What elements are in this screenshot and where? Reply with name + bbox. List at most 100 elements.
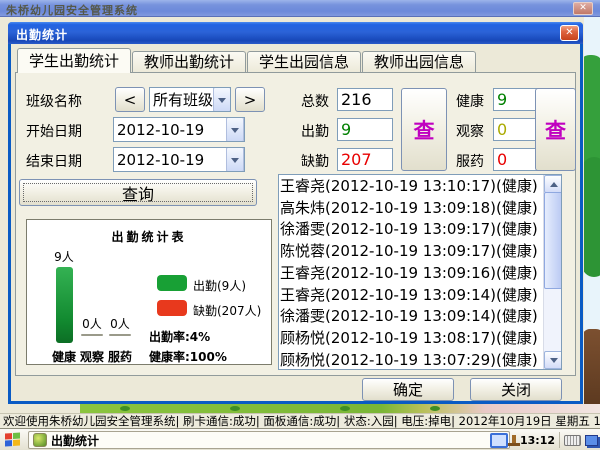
taskbar-item-label: 出勤统计 xyxy=(51,432,99,449)
taskbar: 出勤统计 13:12 xyxy=(0,428,600,450)
dialog-titlebar[interactable]: 出勤统计 ✕ xyxy=(8,22,583,44)
tab-teacher-attendance[interactable]: 教师出勤统计 xyxy=(132,51,246,73)
tab-content-panel: 班级名称 < 所有班级 > 开始日期 2012-10-19 结束日期 2012-… xyxy=(15,72,576,376)
desktop-wallpaper-right xyxy=(584,17,600,404)
desktop-wallpaper-bottom xyxy=(80,404,600,413)
chart-bar-col-observe: 0人 xyxy=(77,315,107,336)
healthy-label: 健康 xyxy=(456,91,484,111)
system-tray: 13:12 xyxy=(490,431,598,449)
list-item[interactable]: 王睿尧(2012-10-19 13:10:17)(健康) xyxy=(280,176,543,198)
main-close-icon[interactable]: ✕ xyxy=(573,2,593,15)
legend-label-present: 出勤(9人) xyxy=(193,277,246,294)
list-item[interactable]: 顾杨悦(2012-10-19 13:07:29)(健康) xyxy=(280,350,543,368)
bar-observe xyxy=(81,334,103,336)
end-date-select[interactable]: 2012-10-19 xyxy=(113,147,245,172)
wallpaper-blob xyxy=(230,406,240,411)
list-item[interactable]: 王睿尧(2012-10-19 13:09:14)(健康) xyxy=(280,285,543,307)
app-icon xyxy=(33,433,47,447)
main-window-title: 朱桥幼儿园安全管理系统 xyxy=(6,2,138,18)
flag-yellow xyxy=(13,440,20,446)
medicine-label: 服药 xyxy=(456,151,484,171)
next-class-button[interactable]: > xyxy=(235,87,265,112)
chart-title: 出勤统计表 xyxy=(27,228,271,245)
bar-healthy xyxy=(56,267,73,343)
class-select-value: 所有班级 xyxy=(153,89,213,110)
network-tray-icon[interactable] xyxy=(490,433,508,448)
x-tick-observe: 观察 xyxy=(77,348,107,365)
bar-value-label: 0人 xyxy=(77,315,107,332)
legend-swatch-absent xyxy=(157,300,187,316)
tab-student-exit-info[interactable]: 学生出园信息 xyxy=(247,51,361,73)
tab-teacher-exit-info[interactable]: 教师出园信息 xyxy=(362,51,476,73)
list-item[interactable]: 徐潘雯(2012-10-19 13:09:17)(健康) xyxy=(280,219,543,241)
start-date-select[interactable]: 2012-10-19 xyxy=(113,117,245,142)
start-date-label: 开始日期 xyxy=(26,121,82,141)
class-select[interactable]: 所有班级 xyxy=(149,87,231,112)
class-name-label: 班级名称 xyxy=(26,91,82,111)
ok-button[interactable]: 确定 xyxy=(362,378,454,401)
absent-value-field[interactable]: 207 xyxy=(337,148,393,171)
absent-label: 缺勤 xyxy=(301,151,329,171)
tray-separator xyxy=(559,432,560,448)
list-rows: 王睿尧(2012-10-19 13:10:17)(健康) 高朱炜(2012-10… xyxy=(280,176,543,368)
start-date-value: 2012-10-19 xyxy=(117,121,204,139)
tab-bar: 学生出勤统计 教师出勤统计 学生出园信息 教师出园信息 xyxy=(17,49,477,73)
dialog-close-icon[interactable]: ✕ xyxy=(560,25,579,41)
chevron-down-icon[interactable] xyxy=(226,117,244,142)
query-button[interactable]: 查询 xyxy=(19,179,257,206)
observe-label: 观察 xyxy=(456,121,484,141)
flag-red xyxy=(5,433,12,439)
total-value-field[interactable]: 216 xyxy=(337,88,393,111)
start-button-icon[interactable] xyxy=(5,432,21,447)
flag-green xyxy=(13,433,20,439)
wallpaper-tree-shape xyxy=(584,157,600,277)
close-button[interactable]: 关闭 xyxy=(470,378,562,401)
status-bar: 欢迎使用朱桥幼儿园安全管理系统| 刷卡通信:成功| 面板通信:成功| 状态:入园… xyxy=(0,413,600,428)
check-attendance-button[interactable]: 查 xyxy=(401,88,447,171)
bar-value-label: 9人 xyxy=(49,248,79,265)
main-window-titlebar: 朱桥幼儿园安全管理系统 ✕ xyxy=(0,0,600,17)
bar-medicine xyxy=(109,334,131,336)
windows-layers-icon[interactable] xyxy=(585,435,598,446)
tray-clock[interactable]: 13:12 xyxy=(520,434,555,447)
end-date-label: 结束日期 xyxy=(26,151,82,171)
present-value-field[interactable]: 9 xyxy=(337,118,393,141)
health-rate-text: 健康率:100% xyxy=(149,348,227,365)
list-scrollbar[interactable] xyxy=(543,175,561,369)
total-label: 总数 xyxy=(301,91,329,111)
focus-rect xyxy=(23,183,253,202)
x-tick-healthy: 健康 xyxy=(49,348,79,365)
attendance-chart: 出勤统计表 9人 0人 0人 健康 观察 服药 出勤(9人) 缺勤(207人) … xyxy=(26,219,272,365)
list-item[interactable]: 高朱炜(2012-10-19 13:09:18)(健康) xyxy=(280,198,543,220)
chevron-down-icon[interactable] xyxy=(226,147,244,172)
wallpaper-blob xyxy=(120,406,130,411)
attendance-rate-text: 出勤率:4% xyxy=(149,328,210,345)
list-item[interactable]: 徐潘雯(2012-10-19 13:09:14)(健康) xyxy=(280,306,543,328)
present-label: 出勤 xyxy=(301,121,329,141)
legend-label-absent: 缺勤(207人) xyxy=(193,302,261,319)
check-health-button[interactable]: 查 xyxy=(535,88,576,171)
dialog-title: 出勤统计 xyxy=(16,26,68,43)
legend-swatch-present xyxy=(157,275,187,291)
scroll-down-icon[interactable] xyxy=(544,351,562,369)
chevron-down-icon[interactable] xyxy=(213,87,231,112)
chart-bar-col-medicine: 0人 xyxy=(105,315,135,336)
bar-value-label: 0人 xyxy=(105,315,135,332)
keyboard-tray-icon[interactable] xyxy=(564,435,581,446)
list-item[interactable]: 王睿尧(2012-10-19 13:09:16)(健康) xyxy=(280,263,543,285)
list-item[interactable]: 陈悦蓉(2012-10-19 13:09:17)(健康) xyxy=(280,241,543,263)
attendance-dialog: 出勤统计 ✕ 学生出勤统计 教师出勤统计 学生出园信息 教师出园信息 班级名称 … xyxy=(8,22,583,404)
device-tray-icon[interactable] xyxy=(512,435,516,446)
taskbar-item-attendance[interactable]: 出勤统计 xyxy=(28,431,510,449)
wallpaper-figure-shape xyxy=(584,329,600,404)
chart-bar-col-healthy: 9人 xyxy=(49,248,79,343)
tab-student-attendance[interactable]: 学生出勤统计 xyxy=(17,48,131,73)
attendance-records-list[interactable]: 王睿尧(2012-10-19 13:10:17)(健康) 高朱炜(2012-10… xyxy=(278,174,562,370)
scrollbar-thumb[interactable] xyxy=(544,192,562,289)
end-date-value: 2012-10-19 xyxy=(117,151,204,169)
flag-blue xyxy=(5,440,12,446)
scroll-up-icon[interactable] xyxy=(544,175,562,193)
prev-class-button[interactable]: < xyxy=(115,87,145,112)
status-text: 欢迎使用朱桥幼儿园安全管理系统| 刷卡通信:成功| 面板通信:成功| 状态:入园… xyxy=(0,413,600,429)
list-item[interactable]: 顾杨悦(2012-10-19 13:08:17)(健康) xyxy=(280,328,543,350)
